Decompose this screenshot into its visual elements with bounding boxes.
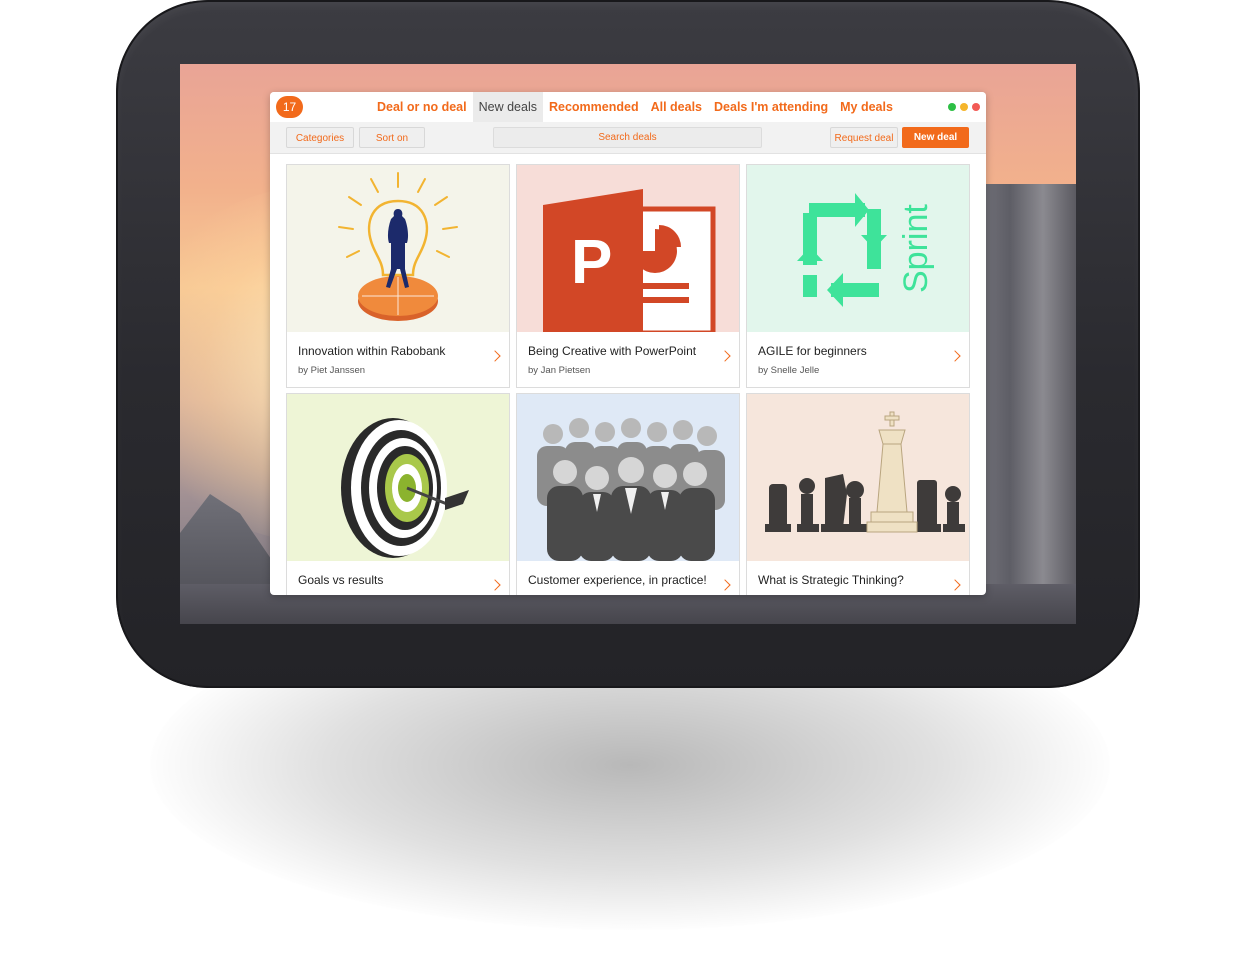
dartboard-target-image — [287, 394, 509, 561]
app-window: 17 Deal or no deal New deals Recommended… — [270, 92, 986, 595]
chevron-right-icon[interactable] — [489, 579, 501, 591]
deal-author: by Jan Pietsen — [528, 365, 591, 376]
deal-title: Customer experience, in practice! — [528, 573, 707, 587]
chevron-right-icon[interactable] — [489, 350, 501, 362]
powerpoint-logo-image: P — [517, 165, 739, 332]
chess-pieces-image — [747, 394, 969, 561]
deal-author: by Piet Janssen — [298, 365, 366, 376]
sprint-cycle-image: Sprint — [747, 165, 969, 332]
tab-all-deals[interactable]: All deals — [645, 92, 708, 122]
sprint-label: Sprint — [897, 204, 935, 293]
minimize-button[interactable] — [960, 103, 968, 111]
deal-title: Goals vs results — [298, 573, 384, 587]
close-button[interactable] — [972, 103, 980, 111]
maximize-button[interactable] — [948, 103, 956, 111]
tab-deal-or-no-deal[interactable]: Deal or no deal — [371, 92, 473, 122]
toolbar: Categories Sort on Search deals Request … — [270, 122, 986, 154]
window-controls — [948, 103, 980, 111]
deal-author: by Snelle Jelle — [758, 365, 820, 376]
search-input[interactable]: Search deals — [493, 127, 762, 148]
business-team-image — [517, 394, 739, 561]
deal-title: Being Creative with PowerPoint — [528, 344, 697, 358]
chevron-right-icon[interactable] — [949, 579, 961, 591]
svg-text:P: P — [571, 228, 612, 297]
request-deal-button[interactable]: Request deal — [830, 127, 898, 148]
deal-title: Innovation within Rabobank — [298, 344, 446, 358]
tab-bar: Deal or no deal New deals Recommended Al… — [371, 92, 899, 122]
top-navigation: 17 Deal or no deal New deals Recommended… — [270, 92, 986, 122]
deal-card[interactable]: P Being Creative with PowerPoint by Jan … — [516, 164, 740, 388]
deal-card[interactable]: Innovation within Rabobank by Piet Janss… — [286, 164, 510, 388]
deal-card[interactable]: Customer experience, in practice! — [516, 393, 740, 595]
deal-card[interactable]: What is Strategic Thinking? — [746, 393, 970, 595]
deal-card[interactable]: Goals vs results — [286, 393, 510, 595]
chevron-right-icon[interactable] — [719, 579, 731, 591]
lightbulb-compass-image — [287, 165, 509, 332]
deal-title: AGILE for beginners — [758, 344, 867, 358]
tab-deals-attending[interactable]: Deals I'm attending — [708, 92, 834, 122]
deal-title: What is Strategic Thinking? — [758, 573, 904, 587]
tab-recommended[interactable]: Recommended — [543, 92, 645, 122]
sort-button[interactable]: Sort on — [359, 127, 425, 148]
chevron-right-icon[interactable] — [719, 350, 731, 362]
tab-new-deals[interactable]: New deals — [472, 92, 543, 122]
chevron-right-icon[interactable] — [949, 350, 961, 362]
categories-button[interactable]: Categories — [286, 127, 354, 148]
new-deal-button[interactable]: New deal — [902, 127, 969, 148]
deal-card[interactable]: Sprint AGILE for beginners by Snelle Jel… — [746, 164, 970, 388]
notification-badge[interactable]: 17 — [276, 96, 303, 118]
tab-my-deals[interactable]: My deals — [834, 92, 899, 122]
